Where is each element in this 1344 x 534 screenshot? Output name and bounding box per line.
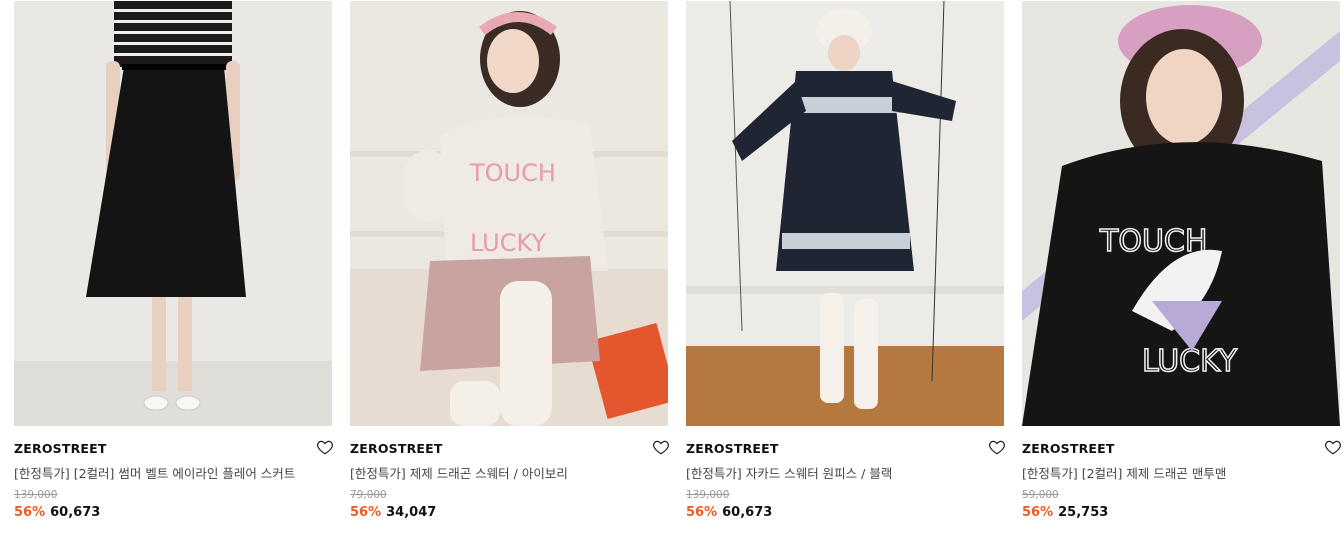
svg-text:TOUCH: TOUCH [469, 159, 556, 187]
brand-name[interactable]: ZEROSTREET [686, 441, 779, 456]
product-grid: ZEROSTREET [한정특가] [2컬러] 썸머 벨트 에이라인 플레어 스… [0, 0, 1344, 534]
discount-rate: 56% [1022, 505, 1054, 520]
brand-name[interactable]: ZEROSTREET [1022, 441, 1115, 456]
product-name[interactable]: [한정특가] [2컬러] 썸머 벨트 에이라인 플레어 스커트 [14, 463, 314, 482]
sale-price: 60,673 [722, 505, 773, 520]
original-price: 79,000 [350, 489, 387, 501]
price-line: 56% 60,673 [14, 505, 100, 520]
price-line: 56% 34,047 [350, 505, 436, 520]
product-image[interactable] [686, 1, 1004, 426]
heart-outline-icon[interactable] [988, 438, 1006, 456]
discount-rate: 56% [350, 505, 382, 520]
price-line: 56% 25,753 [1022, 505, 1108, 520]
discount-rate: 56% [14, 505, 46, 520]
original-price: 59,000 [1022, 489, 1059, 501]
product-image[interactable]: TOUCH LUCKY [350, 1, 668, 426]
brand-name[interactable]: ZEROSTREET [350, 441, 443, 456]
heart-outline-icon[interactable] [1324, 438, 1342, 456]
product-name[interactable]: [한정특가] [2컬러] 제제 드래곤 맨투맨 [1022, 463, 1322, 482]
product-name[interactable]: [한정특가] 제제 드래곤 스웨터 / 아이보리 [350, 463, 650, 482]
heart-outline-icon[interactable] [652, 438, 670, 456]
sale-price: 25,753 [1058, 505, 1109, 520]
original-price: 139,000 [14, 489, 58, 501]
svg-text:LUCKY: LUCKY [1142, 344, 1238, 379]
brand-name[interactable]: ZEROSTREET [14, 441, 107, 456]
product-card[interactable]: ZEROSTREET [한정특가] [2컬러] 썸머 벨트 에이라인 플레어 스… [14, 0, 334, 534]
original-price: 139,000 [686, 489, 730, 501]
discount-rate: 56% [686, 505, 718, 520]
product-image[interactable] [14, 1, 332, 426]
sale-price: 34,047 [386, 505, 437, 520]
price-line: 56% 60,673 [686, 505, 772, 520]
product-image[interactable]: TOUCH LUCKY [1022, 1, 1340, 426]
product-name[interactable]: [한정특가] 자카드 스웨터 원피스 / 블랙 [686, 463, 986, 482]
product-card[interactable]: ZEROSTREET [한정특가] 자카드 스웨터 원피스 / 블랙 139,0… [686, 0, 1006, 534]
product-card[interactable]: TOUCH LUCKY ZEROSTREET [한정특가] [2컬러] 제제 드… [1022, 0, 1342, 534]
product-card[interactable]: TOUCH LUCKY ZEROSTREET [한정특가] 제제 드래곤 스웨터… [350, 0, 670, 534]
sale-price: 60,673 [50, 505, 101, 520]
heart-outline-icon[interactable] [316, 438, 334, 456]
svg-text:LUCKY: LUCKY [470, 229, 546, 257]
